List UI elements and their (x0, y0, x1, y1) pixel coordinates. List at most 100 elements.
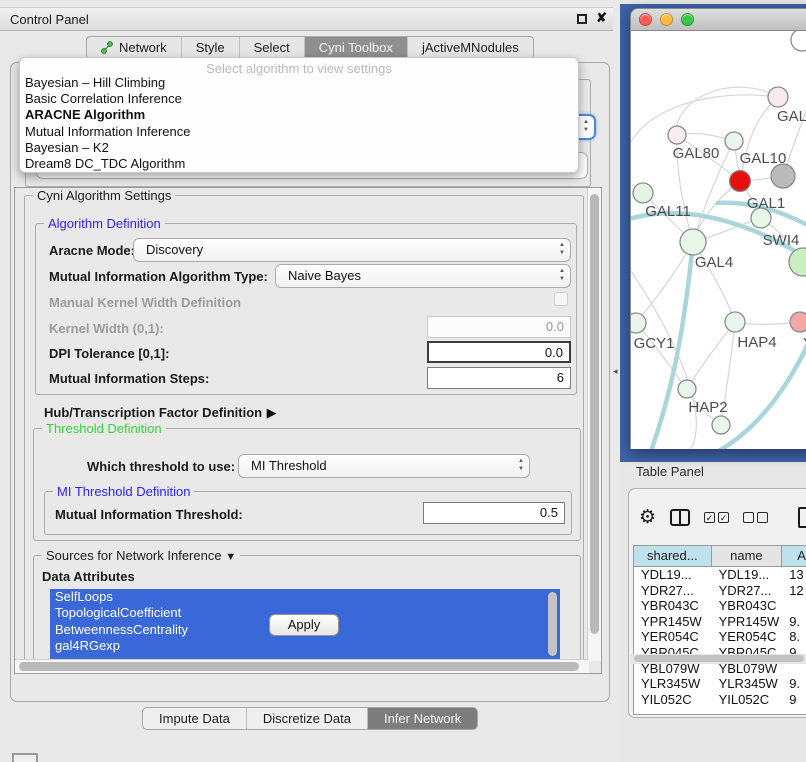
manual-kernel-checkbox[interactable] (554, 292, 568, 306)
node-partial-top[interactable] (791, 31, 806, 51)
node-green-big[interactable] (789, 248, 806, 276)
table-cell[interactable]: YLR345W (712, 676, 783, 692)
table-row[interactable]: YDL19...YDL19...13 (634, 567, 806, 583)
table-cell[interactable]: 9. (782, 676, 806, 692)
aracne-mode-combo[interactable]: Discovery ▲▼ (133, 238, 571, 262)
tab-style[interactable]: Style (182, 37, 240, 58)
algorithm-option[interactable]: Bayesian – K2 (20, 140, 578, 156)
hscroll-thumb[interactable] (19, 662, 579, 671)
node-label-gal80: GAL80 (673, 145, 720, 162)
table-row[interactable]: YDR27...YDR27...12 (634, 583, 806, 599)
table-cell[interactable]: YLR345W (634, 676, 712, 692)
node-label-gal4: GAL4 (695, 254, 733, 271)
which-threshold-combo[interactable]: MI Threshold ▲▼ (238, 454, 530, 478)
table-row[interactable]: YLR345WYLR345W9. (634, 676, 806, 692)
tab-jactivemnodules[interactable]: jActiveMNodules (408, 37, 533, 58)
node-salmon[interactable] (790, 312, 806, 332)
node-gal11[interactable] (633, 183, 653, 203)
show-checked-columns-icon[interactable]: ✓ ✓ (704, 512, 729, 523)
algorithm-option[interactable]: Dream8 DC_TDC Algorithm (20, 156, 578, 172)
tab-discretize-data[interactable]: Discretize Data (247, 708, 368, 729)
table-horizontal-scrollbar[interactable] (630, 654, 806, 664)
table-cell[interactable]: 13 (782, 567, 806, 583)
node-gal80[interactable] (668, 126, 686, 144)
table-cell[interactable]: 8. (782, 629, 806, 645)
column-header-A[interactable]: A (782, 546, 806, 566)
table-cell[interactable]: YPR145W (634, 614, 712, 630)
algorithm-option[interactable]: Mutual Information Inference (20, 124, 578, 140)
node-red[interactable] (730, 171, 751, 192)
split-columns-icon[interactable] (670, 509, 690, 526)
close-icon[interactable]: ✘ (596, 10, 607, 26)
algorithm-placeholder: Select algorithm to view settings (20, 58, 578, 75)
algorithm-option[interactable]: ARACNE Algorithm (20, 107, 578, 123)
dpi-tolerance-field[interactable]: 0.0 (427, 341, 571, 363)
apply-button[interactable]: Apply (269, 614, 339, 636)
algorithm-option[interactable]: Basic Correlation Inference (20, 91, 578, 107)
tab-network[interactable]: Network (87, 37, 182, 58)
settings-horizontal-scrollbar[interactable] (15, 659, 589, 673)
expand-right-icon[interactable]: ▶ (267, 405, 277, 420)
table-row[interactable]: YIL052CYIL052C9 (634, 692, 806, 708)
table-cell[interactable]: YPR145W (712, 614, 783, 630)
kernel-width-field[interactable]: 0.0 (427, 316, 571, 338)
node-attribute-table[interactable]: shared...nameA YDL19...YDL19...13YDR27..… (633, 545, 806, 715)
close-traffic-icon[interactable] (639, 13, 652, 26)
table-row[interactable]: YPR145WYPR145W9. (634, 614, 806, 630)
tab-infer-network[interactable]: Infer Network (368, 708, 477, 729)
network-window-titlebar[interactable] (630, 8, 806, 31)
hub-definition-row[interactable]: Hub/Transcription Factor Definition ▶ (44, 404, 277, 422)
node-gcy1[interactable] (631, 313, 646, 333)
table-cell[interactable]: YER054C (712, 629, 783, 645)
table-row[interactable]: YBR043CYBR043C (634, 598, 806, 614)
column-header-shared[interactable]: shared... (634, 546, 712, 566)
table-hscroll-thumb[interactable] (634, 655, 804, 662)
mi-threshold-field[interactable]: 0.5 (423, 502, 565, 524)
attribute-item-selected[interactable]: gal4RGexp (50, 638, 560, 654)
partial-toolbar-icon[interactable] (12, 753, 38, 762)
float-window-icon[interactable] (577, 14, 587, 24)
tab-cyni-toolbox[interactable]: Cyni Toolbox (305, 37, 408, 58)
table-cell[interactable]: YDR27... (712, 583, 783, 599)
node-hap2[interactable] (678, 380, 696, 398)
node-green-a[interactable] (725, 132, 743, 150)
tab-select[interactable]: Select (240, 37, 305, 58)
table-cell[interactable]: YBR043C (712, 598, 783, 614)
table-cell[interactable]: YIL052C (634, 692, 712, 708)
algorithm-option[interactable]: Bayesian – Hill Climbing (20, 75, 578, 91)
hide-columns-icon[interactable] (743, 512, 768, 523)
control-panel-title: Control Panel (10, 12, 89, 27)
table-cell[interactable]: YDL19... (712, 567, 783, 583)
node-hap4[interactable] (725, 312, 745, 332)
tab-impute-data[interactable]: Impute Data (143, 708, 247, 729)
zoom-traffic-icon[interactable] (681, 13, 694, 26)
network-canvas[interactable]: GALGAL80GAL10GAL1GAL11SWI4GAL4GCY1HAP4YH… (630, 31, 806, 449)
table-cell[interactable]: 12 (782, 583, 806, 599)
table-cell[interactable]: YBR043C (634, 598, 712, 614)
gear-icon[interactable]: ⚙ (639, 506, 656, 529)
mi-steps-field[interactable]: 6 (427, 367, 571, 389)
table-cell[interactable]: 9 (782, 692, 806, 708)
table-cell[interactable]: YIL052C (712, 692, 783, 708)
algorithm-definition-label: Algorithm Definition (44, 216, 165, 231)
new-table-icon[interactable] (798, 507, 806, 528)
minimize-traffic-icon[interactable] (660, 13, 673, 26)
attribute-item-selected[interactable]: SelfLoops (50, 589, 560, 605)
mi-type-combo[interactable]: Naive Bayes ▲▼ (275, 264, 571, 288)
column-header-name[interactable]: name (712, 546, 783, 566)
node-bottom[interactable] (712, 416, 730, 434)
table-cell[interactable]: YDR27... (634, 583, 712, 599)
vscroll-thumb[interactable] (590, 194, 599, 634)
table-cell[interactable]: YER054C (634, 629, 712, 645)
settings-vertical-scrollbar[interactable] (587, 188, 601, 661)
table-cell[interactable]: YDL19... (634, 567, 712, 583)
node-gal10-gray[interactable] (771, 164, 795, 188)
panel-splitter-arrow-icon[interactable]: ◂ (613, 366, 618, 377)
attr-list-scrollbar[interactable] (548, 592, 557, 656)
table-row[interactable]: YER054CYER054C8. (634, 629, 806, 645)
node-pink-top[interactable] (768, 87, 788, 107)
node-gal4[interactable] (680, 229, 706, 255)
collapse-down-icon[interactable]: ▼ (225, 551, 236, 563)
table-cell[interactable]: 9. (782, 614, 806, 630)
table-cell[interactable] (782, 598, 806, 614)
